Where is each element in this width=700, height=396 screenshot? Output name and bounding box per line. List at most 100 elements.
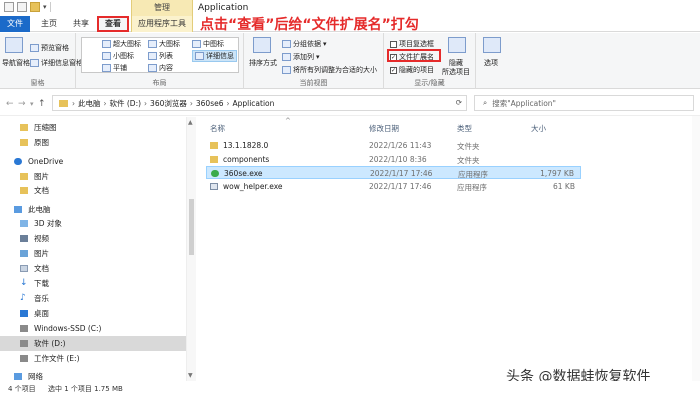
layout-content[interactable]: 内容: [148, 63, 173, 73]
address-bar[interactable]: › 此电脑 › 软件 (D:) › 360浏览器 › 360se6 › Appl…: [52, 95, 467, 111]
breadcrumb-this-pc[interactable]: 此电脑: [78, 98, 101, 109]
content-icon: [148, 64, 157, 72]
folder-icon: [20, 187, 28, 194]
checkmark-icon[interactable]: [17, 2, 27, 12]
layout-label: 小图标: [113, 52, 134, 60]
hide-selected-label-2[interactable]: 所选项目: [442, 67, 470, 77]
nav-item-videos[interactable]: 视频: [0, 231, 186, 246]
current-view-group: 排序方式 分组依据 ▾ 添加列 ▾ 将所有列调整为合适的大小 当前视图: [244, 33, 384, 89]
add-columns-button[interactable]: 添加列 ▾: [282, 52, 320, 62]
forward-arrow-icon[interactable]: →: [18, 99, 26, 109]
nav-item-3d-objects[interactable]: 3D 对象: [0, 216, 186, 231]
navigation-pane-icon[interactable]: [5, 37, 23, 53]
preview-pane-button[interactable]: 预览窗格: [30, 43, 69, 53]
video-icon: [20, 235, 28, 242]
layout-list[interactable]: 列表: [148, 51, 173, 61]
customize-dropdown-icon[interactable]: ▾: [43, 3, 47, 11]
tab-app-tools[interactable]: 应用程序工具: [131, 16, 193, 32]
tab-view[interactable]: 查看: [97, 16, 129, 32]
hidden-items-checkbox[interactable]: ✓: [390, 66, 397, 74]
column-header-size[interactable]: 大小: [531, 123, 546, 134]
up-arrow-icon[interactable]: ↑: [38, 99, 46, 109]
breadcrumb-drive-d[interactable]: 软件 (D:): [110, 98, 142, 109]
tab-file[interactable]: 文件: [0, 16, 30, 32]
nav-item-pictures[interactable]: 图片: [0, 246, 186, 261]
column-header-type[interactable]: 类型: [457, 123, 472, 134]
nav-item-onedrive-pictures[interactable]: 图片: [0, 169, 186, 184]
nav-item-onedrive[interactable]: OneDrive: [0, 154, 186, 169]
folder-icon: [20, 124, 28, 131]
file-list-scrollbar[interactable]: [692, 116, 700, 382]
nav-item-onedrive-documents[interactable]: 文档: [0, 183, 186, 198]
breadcrumb-application[interactable]: Application: [232, 99, 274, 108]
table-row[interactable]: 360se.exe 2022/1/17 17:46 应用程序 1,797 KB: [206, 166, 581, 179]
nav-item-drive-c[interactable]: Windows-SSD (C:): [0, 321, 186, 336]
nav-item-label: 此电脑: [28, 205, 51, 214]
small-icons-icon: [102, 52, 111, 60]
nav-item-drive-e[interactable]: 工作文件 (E:): [0, 351, 186, 366]
show-hide-group-label: 显示/隐藏: [414, 79, 445, 87]
scroll-down-icon[interactable]: ▼: [188, 372, 193, 379]
layout-small-icons[interactable]: 小图标: [102, 51, 134, 61]
large-icons-icon: [148, 40, 157, 48]
nav-item-this-pc[interactable]: 此电脑: [0, 202, 186, 217]
layout-group-label: 布局: [152, 79, 167, 87]
layout-label: 内容: [159, 64, 173, 72]
add-columns-label: 添加列: [293, 53, 314, 61]
layout-label: 详细信息: [206, 52, 234, 60]
nav-item-label: 视频: [34, 234, 49, 243]
sort-by-icon[interactable]: [253, 37, 271, 53]
navigation-scrollbar[interactable]: ▲ ▼: [186, 117, 196, 381]
nav-item-label: 桌面: [34, 309, 49, 318]
column-header-date[interactable]: 修改日期: [369, 123, 399, 134]
hidden-items-toggle[interactable]: ✓ 隐藏的项目: [390, 65, 434, 75]
size-columns-icon: [282, 66, 291, 74]
properties-icon[interactable]: [4, 2, 14, 12]
nav-item-downloads[interactable]: ↓ 下载: [0, 276, 186, 291]
layout-medium-icons[interactable]: 中图标: [192, 39, 224, 49]
options-button[interactable]: 选项: [484, 58, 498, 68]
tiles-icon: [102, 64, 111, 72]
table-row[interactable]: wow_helper.exe 2022/1/17 17:46 应用程序 61 K…: [206, 180, 581, 193]
refresh-icon[interactable]: ⟳: [456, 98, 462, 107]
scrollbar-thumb[interactable]: [189, 199, 194, 255]
nav-item-original[interactable]: 原图: [0, 135, 186, 150]
nav-item-documents[interactable]: 文档: [0, 261, 186, 276]
file-size: 1,797 KB: [540, 169, 574, 178]
back-arrow-icon[interactable]: ←: [6, 99, 14, 109]
folder-icon: [210, 142, 218, 149]
nav-item-music[interactable]: ♪ 音乐: [0, 291, 186, 306]
nav-item-compressed[interactable]: 压缩图: [0, 120, 186, 135]
layout-details[interactable]: 详细信息: [192, 50, 237, 62]
breadcrumb-separator: ›: [144, 98, 148, 108]
column-header-name[interactable]: 名称: [210, 123, 225, 134]
search-input[interactable]: ⌕ 搜索"Application": [474, 95, 694, 111]
search-placeholder: 搜索"Application": [492, 98, 557, 108]
recent-dropdown-icon[interactable]: ▾: [30, 100, 34, 108]
tab-share[interactable]: 共享: [66, 16, 96, 32]
nav-item-desktop[interactable]: 桌面: [0, 306, 186, 321]
drive-icon: [20, 355, 28, 362]
item-checkboxes-toggle[interactable]: 项目复选框: [390, 39, 434, 49]
table-row[interactable]: 13.1.1828.0 2022/1/26 11:43 文件夹: [206, 139, 581, 152]
item-checkboxes-checkbox[interactable]: [390, 40, 397, 48]
size-all-columns-button[interactable]: 将所有列调整为合适的大小: [282, 65, 377, 75]
breadcrumb-360se6[interactable]: 360se6: [196, 99, 224, 108]
sort-by-button[interactable]: 排序方式: [249, 58, 277, 68]
hide-selected-icon[interactable]: [448, 37, 466, 53]
nav-item-label: Windows-SSD (C:): [34, 324, 102, 333]
breadcrumb-360browser[interactable]: 360浏览器: [150, 98, 187, 109]
layout-extra-large-icons[interactable]: 超大图标: [102, 39, 141, 49]
nav-item-drive-d[interactable]: 软件 (D:): [0, 336, 186, 351]
tab-home[interactable]: 主页: [34, 16, 64, 32]
layout-large-icons[interactable]: 大图标: [148, 39, 180, 49]
options-icon[interactable]: [483, 37, 501, 53]
scroll-up-icon[interactable]: ▲: [188, 119, 193, 126]
table-row[interactable]: components 2022/1/10 8:36 文件夹: [206, 153, 581, 166]
layout-tiles[interactable]: 平铺: [102, 63, 127, 73]
preview-pane-label: 预览窗格: [41, 44, 69, 52]
file-name: wow_helper.exe: [223, 182, 283, 191]
chevron-down-icon: ▾: [323, 40, 327, 48]
group-by-button[interactable]: 分组依据 ▾: [282, 39, 327, 49]
new-folder-icon[interactable]: [30, 2, 40, 12]
